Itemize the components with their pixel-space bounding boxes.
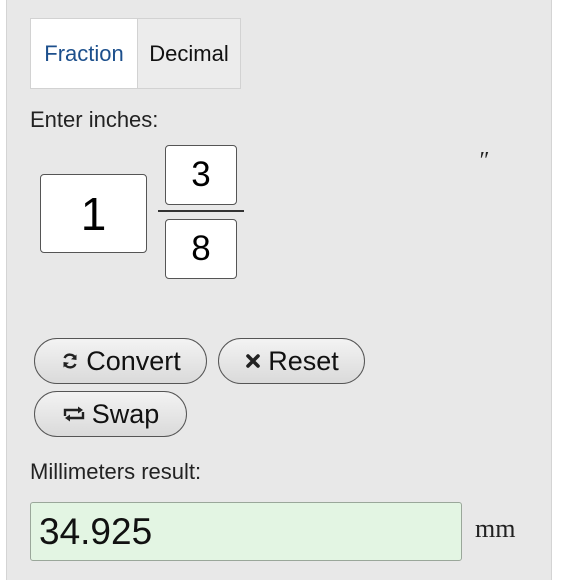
result-output[interactable]: 34.925 bbox=[30, 502, 462, 561]
whole-number-input[interactable]: 1 bbox=[40, 174, 147, 253]
result-label: Millimeters result: bbox=[30, 459, 202, 484]
swap-button[interactable]: Swap bbox=[34, 391, 187, 437]
mode-tabs: Fraction Decimal bbox=[30, 18, 241, 89]
inch-symbol: ″ bbox=[478, 148, 488, 174]
denominator-input[interactable]: 8 bbox=[165, 219, 237, 279]
inches-input-label: Enter inches: bbox=[30, 107, 159, 132]
reset-button-label: Reset bbox=[268, 345, 339, 376]
convert-button[interactable]: Convert bbox=[34, 338, 207, 384]
fraction-bar bbox=[158, 210, 244, 212]
tab-decimal[interactable]: Decimal bbox=[138, 18, 241, 89]
numerator-input[interactable]: 3 bbox=[165, 145, 237, 205]
reset-button[interactable]: Reset bbox=[218, 338, 365, 384]
swap-icon bbox=[62, 405, 86, 423]
result-unit: mm bbox=[475, 514, 516, 543]
close-icon bbox=[244, 352, 262, 370]
convert-button-label: Convert bbox=[86, 345, 181, 376]
tab-fraction[interactable]: Fraction bbox=[30, 18, 138, 89]
swap-button-label: Swap bbox=[91, 398, 160, 429]
refresh-icon bbox=[60, 351, 80, 371]
converter-panel: Fraction Decimal Enter inches: 1 3 8 ″ C… bbox=[6, 0, 552, 580]
